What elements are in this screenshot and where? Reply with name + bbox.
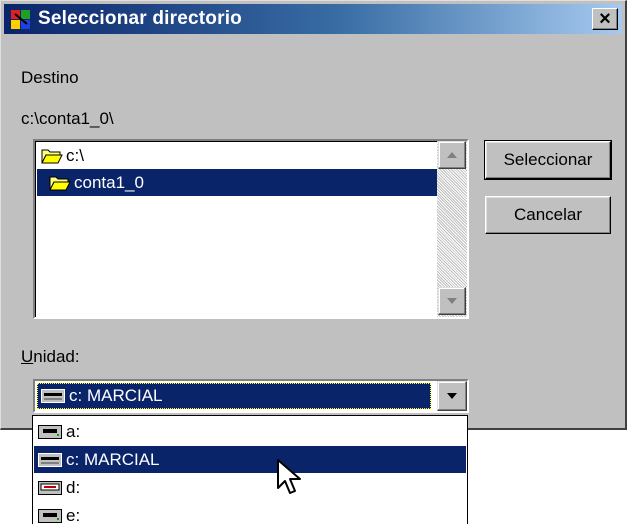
arrow-down-icon [447,298,457,304]
floppy-drive-icon [38,508,62,523]
drive-option-a[interactable]: a: [34,418,466,445]
floppy-drive-icon [38,424,62,439]
select-directory-dialog: Seleccionar directorio × Destino c:\cont… [0,0,627,430]
close-icon: × [599,8,611,30]
window-title: Seleccionar directorio [38,8,242,29]
title-bar[interactable]: Seleccionar directorio × [4,4,622,34]
hard-drive-icon [38,452,62,467]
cdrom-drive-icon [38,480,62,495]
mouse-pointer-icon [277,459,301,494]
drive-dropdown-button[interactable] [437,381,467,411]
list-item-label: conta1_0 [74,172,144,192]
list-item-label: c:\ [66,145,84,165]
list-item-conta1-0[interactable]: conta1_0 [37,169,437,196]
current-path: c:\conta1_0\ [21,109,114,128]
destination-label: Destino [21,68,79,87]
scroll-up-button[interactable] [438,141,466,169]
list-item-root[interactable]: c:\ [37,142,437,169]
open-folder-icon [41,149,63,163]
open-folder-icon [49,176,71,190]
drive-dropdown-list[interactable]: a: c: MARCIAL d: e: [32,415,468,524]
hard-drive-icon [41,389,65,403]
drive-option-c[interactable]: c: MARCIAL [34,446,466,473]
drive-label: Unidad: [21,347,80,366]
drive-combobox[interactable]: c: MARCIAL [33,379,469,413]
vertical-scrollbar[interactable] [437,141,467,317]
drive-option-d[interactable]: d: [34,474,466,501]
folder-list[interactable]: c:\ conta1_0 [33,139,469,319]
chevron-down-icon [447,393,457,399]
cancel-button[interactable]: Cancelar [485,196,611,234]
drive-combobox-value: c: MARCIAL [37,383,431,409]
drive-option-e[interactable]: e: [34,502,466,524]
close-button[interactable]: × [592,8,618,30]
select-button[interactable]: Seleccionar [484,140,612,180]
arrow-up-icon [447,152,457,158]
app-icon [10,8,32,30]
scroll-down-button[interactable] [438,287,466,315]
